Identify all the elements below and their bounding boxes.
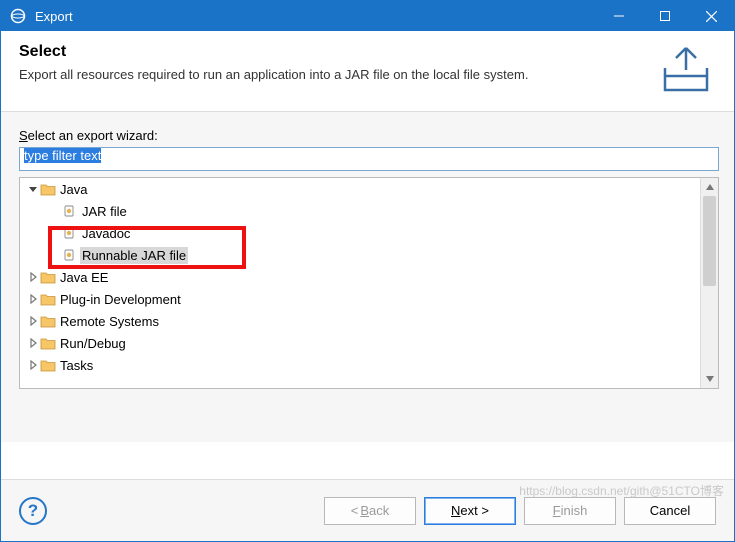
window-title: Export xyxy=(35,9,596,24)
tree-item-label: Tasks xyxy=(58,357,95,374)
tree-item-label: Plug-in Development xyxy=(58,291,183,308)
export-banner-icon xyxy=(656,43,716,97)
tree-item-label: Run/Debug xyxy=(58,335,128,352)
dialog-header: Select Export all resources required to … xyxy=(1,31,734,112)
jar-file-icon xyxy=(62,248,80,262)
wizard-tree: Java JAR file Javadoc Runnable JAR file Java… xyxy=(19,177,719,389)
dialog-body: Select an export wizard: type filter tex… xyxy=(1,112,734,442)
jar-file-icon xyxy=(62,204,80,218)
scroll-thumb[interactable] xyxy=(703,196,716,286)
jar-file-icon xyxy=(62,226,80,240)
tree-folder[interactable]: Java xyxy=(20,178,700,200)
chevron-right-icon[interactable] xyxy=(26,360,40,370)
cancel-button[interactable]: Cancel xyxy=(624,497,716,525)
close-button[interactable] xyxy=(688,1,734,31)
tree-item[interactable]: Javadoc xyxy=(20,222,700,244)
tree-item[interactable]: Runnable JAR file xyxy=(20,244,700,266)
chevron-right-icon[interactable] xyxy=(26,316,40,326)
folder-icon xyxy=(40,314,58,328)
chevron-right-icon[interactable] xyxy=(26,294,40,304)
tree-item[interactable]: JAR file xyxy=(20,200,700,222)
folder-icon xyxy=(40,358,58,372)
scroll-up-button[interactable] xyxy=(701,178,718,196)
tree-item-label: Java EE xyxy=(58,269,110,286)
tree-item-label: Runnable JAR file xyxy=(80,247,188,264)
minimize-button[interactable] xyxy=(596,1,642,31)
chevron-down-icon[interactable] xyxy=(26,184,40,194)
filter-text-input[interactable]: type filter text xyxy=(19,147,719,171)
help-button[interactable]: ? xyxy=(19,497,47,525)
tree-folder[interactable]: Remote Systems xyxy=(20,310,700,332)
tree-folder[interactable]: Tasks xyxy=(20,354,700,376)
tree-item-label: Javadoc xyxy=(80,225,132,242)
folder-icon xyxy=(40,336,58,350)
folder-icon xyxy=(40,182,58,196)
folder-icon xyxy=(40,292,58,306)
tree-scrollbar[interactable] xyxy=(700,178,718,388)
dialog-description: Export all resources required to run an … xyxy=(19,67,644,82)
tree-folder[interactable]: Java EE xyxy=(20,266,700,288)
dialog-footer: ? < Back Next > Finish Cancel xyxy=(1,479,734,541)
filter-text-value: type filter text xyxy=(24,148,101,163)
finish-button[interactable]: Finish xyxy=(524,497,616,525)
wizard-label: Select an export wizard: xyxy=(19,128,716,143)
eclipse-icon xyxy=(9,7,27,25)
chevron-right-icon[interactable] xyxy=(26,272,40,282)
back-button[interactable]: < Back xyxy=(324,497,416,525)
dialog-heading: Select xyxy=(19,43,644,61)
tree-item-label: Java xyxy=(58,181,89,198)
next-button[interactable]: Next > xyxy=(424,497,516,525)
scroll-track[interactable] xyxy=(701,196,718,370)
tree-item-label: Remote Systems xyxy=(58,313,161,330)
tree-folder[interactable]: Run/Debug xyxy=(20,332,700,354)
folder-icon xyxy=(40,270,58,284)
tree-item-label: JAR file xyxy=(80,203,129,220)
maximize-button[interactable] xyxy=(642,1,688,31)
tree-folder[interactable]: Plug-in Development xyxy=(20,288,700,310)
scroll-down-button[interactable] xyxy=(701,370,718,388)
titlebar: Export xyxy=(1,1,734,31)
chevron-right-icon[interactable] xyxy=(26,338,40,348)
